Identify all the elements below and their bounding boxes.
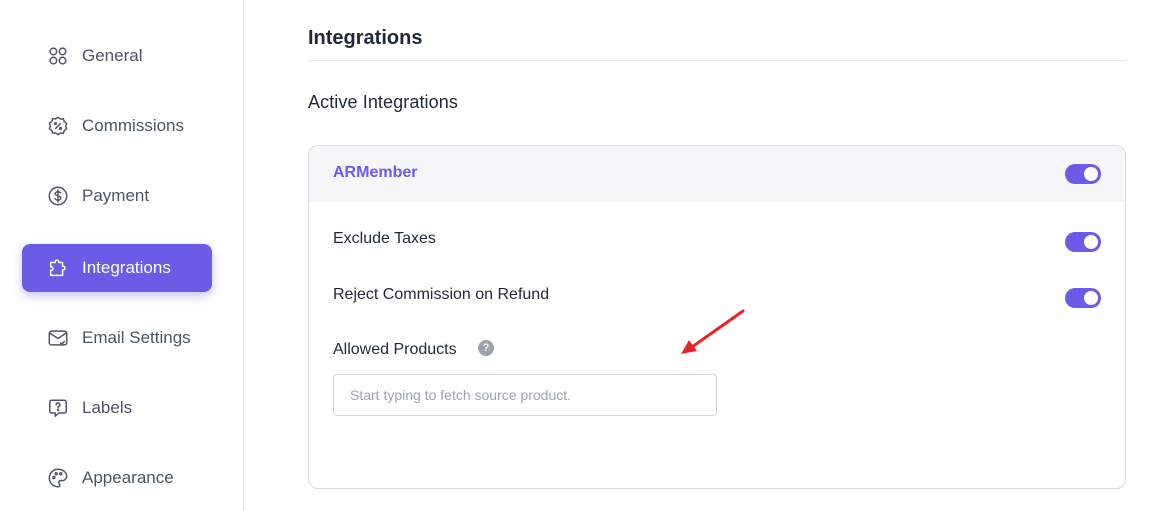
toggle-knob <box>1084 167 1098 181</box>
sidebar-item-payment[interactable]: Payment <box>22 172 212 220</box>
integration-enabled-toggle[interactable] <box>1065 164 1101 184</box>
sidebar-item-email-settings[interactable]: Email Settings <box>22 314 212 362</box>
allowed-products-label: Allowed Products <box>333 341 457 358</box>
annotation-arrow-icon <box>681 309 745 354</box>
exclude-taxes-toggle[interactable] <box>1065 232 1101 252</box>
puzzle-icon <box>46 256 70 280</box>
sidebar-item-label: Appearance <box>82 468 174 487</box>
sidebar-item-integrations[interactable]: Integrations <box>22 244 212 292</box>
allowed-products-input[interactable] <box>333 374 717 416</box>
percent-badge-icon <box>46 114 70 138</box>
section-title: Active Integrations <box>308 92 458 112</box>
sidebar-item-label: Integrations <box>82 258 171 277</box>
reject-commission-toggle[interactable] <box>1065 288 1101 308</box>
reject-commission-label: Reject Commission on Refund <box>333 286 550 303</box>
sidebar-item-label: Commissions <box>82 116 185 135</box>
sidebar-item-labels[interactable]: Labels <box>22 384 212 432</box>
integration-card-header: ARMember <box>309 146 1125 202</box>
sidebar-item-label: Payment <box>82 186 150 205</box>
sidebar-item-label: Labels <box>82 398 133 417</box>
toggle-knob <box>1084 291 1098 305</box>
email-icon <box>46 326 70 350</box>
sidebar: General Commissions Payment Integrations… <box>0 0 244 511</box>
grid-icon <box>46 44 70 68</box>
title-divider <box>308 60 1126 61</box>
question-chat-icon <box>46 396 70 420</box>
sidebar-item-label: General <box>82 46 143 65</box>
page-title: Integrations <box>308 27 423 49</box>
help-icon[interactable]: ? <box>478 340 494 356</box>
main-content: Integrations Active Integrations ARMembe… <box>308 0 1126 511</box>
dollar-icon <box>46 184 70 208</box>
sidebar-item-appearance[interactable]: Appearance <box>22 454 212 502</box>
integration-name: ARMember <box>333 164 418 181</box>
sidebar-item-general[interactable]: General <box>22 32 212 80</box>
palette-icon <box>46 466 70 490</box>
exclude-taxes-label: Exclude Taxes <box>333 230 436 247</box>
sidebar-item-commissions[interactable]: Commissions <box>22 102 212 150</box>
sidebar-item-label: Email Settings <box>82 328 191 347</box>
toggle-knob <box>1084 235 1098 249</box>
